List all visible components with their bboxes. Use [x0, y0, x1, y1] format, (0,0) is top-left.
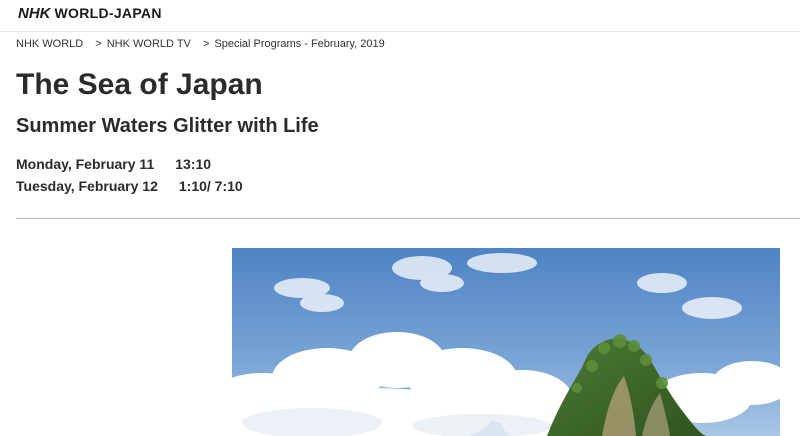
breadcrumb-item-nhk-world[interactable]: NHK WORLD [16, 38, 83, 50]
breadcrumb-separator: > [95, 38, 102, 50]
schedule-row: Tuesday, February 12 1:10/ 7:10 [16, 178, 243, 200]
schedule-row: Monday, February 11 13:10 [16, 156, 243, 178]
breadcrumb-item-current: Special Programs - February, 2019 [214, 38, 385, 50]
broadcast-schedule: Monday, February 11 13:10 Tuesday, Februa… [16, 156, 243, 200]
hero-image-sky-and-rock [232, 248, 780, 436]
page-title: The Sea of Japan [16, 68, 263, 101]
nhk-world-japan-logo[interactable]: NHK WORLD-JAPAN [18, 5, 162, 22]
page-subtitle: Summer Waters Glitter with Life [16, 115, 319, 137]
logo-nhk-text: NHK [18, 5, 51, 22]
schedule-day: Tuesday, February 12 [16, 178, 158, 194]
breadcrumb-separator: > [202, 38, 210, 50]
breadcrumb-item-nhk-world-tv[interactable]: NHK WORLD TV [107, 38, 191, 50]
logo-world-japan-text: WORLD-JAPAN [54, 5, 162, 21]
hero-image [232, 248, 780, 436]
breadcrumb: NHK WORLD > NHK WORLD TV > Special Program… [16, 38, 385, 50]
schedule-day: Monday, February 11 [16, 156, 155, 172]
schedule-time: 13:10 [175, 156, 212, 172]
section-divider [16, 218, 800, 219]
schedule-time: 1:10/ 7:10 [178, 178, 243, 194]
top-header: NHK WORLD-JAPAN [0, 0, 800, 32]
